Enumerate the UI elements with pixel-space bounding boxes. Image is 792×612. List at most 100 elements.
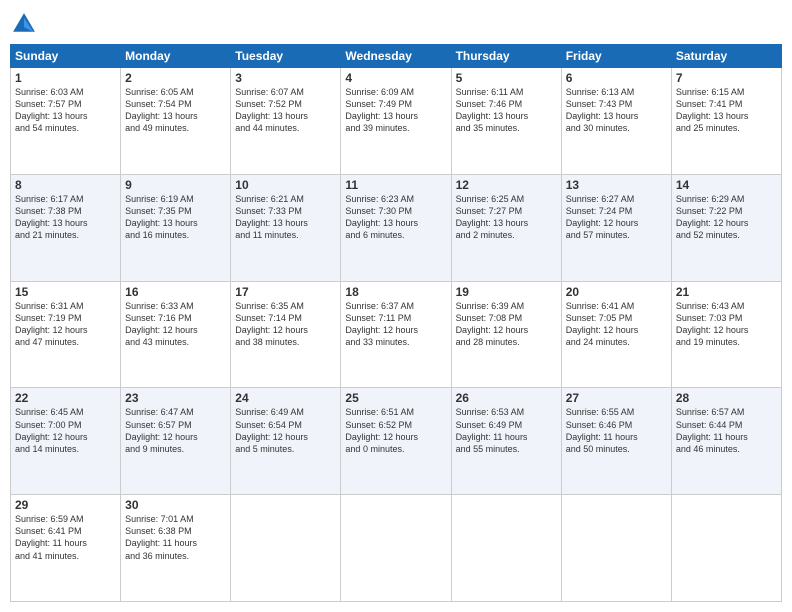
calendar-body: 1Sunrise: 6:03 AMSunset: 7:57 PMDaylight… (11, 68, 782, 602)
calendar: SundayMondayTuesdayWednesdayThursdayFrid… (10, 44, 782, 602)
day-cell: 15Sunrise: 6:31 AMSunset: 7:19 PMDayligh… (11, 281, 121, 388)
day-info: Sunrise: 6:41 AMSunset: 7:05 PMDaylight:… (566, 300, 667, 349)
day-number: 23 (125, 391, 226, 405)
day-cell: 8Sunrise: 6:17 AMSunset: 7:38 PMDaylight… (11, 174, 121, 281)
day-number: 5 (456, 71, 557, 85)
day-number: 12 (456, 178, 557, 192)
day-number: 1 (15, 71, 116, 85)
day-number: 13 (566, 178, 667, 192)
day-cell: 28Sunrise: 6:57 AMSunset: 6:44 PMDayligh… (671, 388, 781, 495)
day-number: 29 (15, 498, 116, 512)
day-cell: 17Sunrise: 6:35 AMSunset: 7:14 PMDayligh… (231, 281, 341, 388)
day-info: Sunrise: 6:33 AMSunset: 7:16 PMDaylight:… (125, 300, 226, 349)
day-cell: 6Sunrise: 6:13 AMSunset: 7:43 PMDaylight… (561, 68, 671, 175)
day-cell: 2Sunrise: 6:05 AMSunset: 7:54 PMDaylight… (121, 68, 231, 175)
day-info: Sunrise: 6:07 AMSunset: 7:52 PMDaylight:… (235, 86, 336, 135)
day-info: Sunrise: 6:39 AMSunset: 7:08 PMDaylight:… (456, 300, 557, 349)
day-number: 20 (566, 285, 667, 299)
day-cell: 13Sunrise: 6:27 AMSunset: 7:24 PMDayligh… (561, 174, 671, 281)
header (10, 10, 782, 38)
day-info: Sunrise: 6:57 AMSunset: 6:44 PMDaylight:… (676, 406, 777, 455)
day-info: Sunrise: 6:11 AMSunset: 7:46 PMDaylight:… (456, 86, 557, 135)
day-number: 3 (235, 71, 336, 85)
day-number: 19 (456, 285, 557, 299)
day-info: Sunrise: 6:29 AMSunset: 7:22 PMDaylight:… (676, 193, 777, 242)
day-cell: 10Sunrise: 6:21 AMSunset: 7:33 PMDayligh… (231, 174, 341, 281)
day-info: Sunrise: 6:35 AMSunset: 7:14 PMDaylight:… (235, 300, 336, 349)
header-row: SundayMondayTuesdayWednesdayThursdayFrid… (11, 45, 782, 68)
logo-icon (10, 10, 38, 38)
weekday-header-friday: Friday (561, 45, 671, 68)
day-cell (231, 495, 341, 602)
day-cell: 5Sunrise: 6:11 AMSunset: 7:46 PMDaylight… (451, 68, 561, 175)
day-number: 18 (345, 285, 446, 299)
day-info: Sunrise: 6:21 AMSunset: 7:33 PMDaylight:… (235, 193, 336, 242)
day-number: 15 (15, 285, 116, 299)
day-info: Sunrise: 6:13 AMSunset: 7:43 PMDaylight:… (566, 86, 667, 135)
day-cell: 18Sunrise: 6:37 AMSunset: 7:11 PMDayligh… (341, 281, 451, 388)
day-cell (671, 495, 781, 602)
day-number: 26 (456, 391, 557, 405)
day-info: Sunrise: 6:03 AMSunset: 7:57 PMDaylight:… (15, 86, 116, 135)
day-cell (561, 495, 671, 602)
day-number: 27 (566, 391, 667, 405)
week-row-4: 22Sunrise: 6:45 AMSunset: 7:00 PMDayligh… (11, 388, 782, 495)
day-info: Sunrise: 6:43 AMSunset: 7:03 PMDaylight:… (676, 300, 777, 349)
day-info: Sunrise: 6:55 AMSunset: 6:46 PMDaylight:… (566, 406, 667, 455)
day-number: 14 (676, 178, 777, 192)
logo (10, 10, 42, 38)
day-cell: 23Sunrise: 6:47 AMSunset: 6:57 PMDayligh… (121, 388, 231, 495)
day-info: Sunrise: 6:23 AMSunset: 7:30 PMDaylight:… (345, 193, 446, 242)
day-number: 28 (676, 391, 777, 405)
day-number: 4 (345, 71, 446, 85)
day-info: Sunrise: 6:47 AMSunset: 6:57 PMDaylight:… (125, 406, 226, 455)
day-cell: 22Sunrise: 6:45 AMSunset: 7:00 PMDayligh… (11, 388, 121, 495)
week-row-2: 8Sunrise: 6:17 AMSunset: 7:38 PMDaylight… (11, 174, 782, 281)
day-cell: 24Sunrise: 6:49 AMSunset: 6:54 PMDayligh… (231, 388, 341, 495)
day-cell: 1Sunrise: 6:03 AMSunset: 7:57 PMDaylight… (11, 68, 121, 175)
day-cell: 11Sunrise: 6:23 AMSunset: 7:30 PMDayligh… (341, 174, 451, 281)
day-number: 17 (235, 285, 336, 299)
weekday-header-wednesday: Wednesday (341, 45, 451, 68)
day-number: 9 (125, 178, 226, 192)
day-info: Sunrise: 6:31 AMSunset: 7:19 PMDaylight:… (15, 300, 116, 349)
weekday-header-monday: Monday (121, 45, 231, 68)
day-info: Sunrise: 6:51 AMSunset: 6:52 PMDaylight:… (345, 406, 446, 455)
day-number: 7 (676, 71, 777, 85)
day-number: 8 (15, 178, 116, 192)
weekday-header-sunday: Sunday (11, 45, 121, 68)
day-cell: 29Sunrise: 6:59 AMSunset: 6:41 PMDayligh… (11, 495, 121, 602)
day-number: 24 (235, 391, 336, 405)
day-info: Sunrise: 6:45 AMSunset: 7:00 PMDaylight:… (15, 406, 116, 455)
week-row-1: 1Sunrise: 6:03 AMSunset: 7:57 PMDaylight… (11, 68, 782, 175)
day-cell: 3Sunrise: 6:07 AMSunset: 7:52 PMDaylight… (231, 68, 341, 175)
day-info: Sunrise: 6:25 AMSunset: 7:27 PMDaylight:… (456, 193, 557, 242)
day-info: Sunrise: 6:53 AMSunset: 6:49 PMDaylight:… (456, 406, 557, 455)
day-cell: 12Sunrise: 6:25 AMSunset: 7:27 PMDayligh… (451, 174, 561, 281)
weekday-header-thursday: Thursday (451, 45, 561, 68)
day-cell: 21Sunrise: 6:43 AMSunset: 7:03 PMDayligh… (671, 281, 781, 388)
day-info: Sunrise: 6:09 AMSunset: 7:49 PMDaylight:… (345, 86, 446, 135)
day-cell: 26Sunrise: 6:53 AMSunset: 6:49 PMDayligh… (451, 388, 561, 495)
day-number: 21 (676, 285, 777, 299)
day-number: 11 (345, 178, 446, 192)
week-row-5: 29Sunrise: 6:59 AMSunset: 6:41 PMDayligh… (11, 495, 782, 602)
page: SundayMondayTuesdayWednesdayThursdayFrid… (0, 0, 792, 612)
day-info: Sunrise: 6:27 AMSunset: 7:24 PMDaylight:… (566, 193, 667, 242)
day-cell: 30Sunrise: 7:01 AMSunset: 6:38 PMDayligh… (121, 495, 231, 602)
day-cell: 9Sunrise: 6:19 AMSunset: 7:35 PMDaylight… (121, 174, 231, 281)
day-number: 16 (125, 285, 226, 299)
day-number: 2 (125, 71, 226, 85)
day-info: Sunrise: 6:19 AMSunset: 7:35 PMDaylight:… (125, 193, 226, 242)
day-info: Sunrise: 6:05 AMSunset: 7:54 PMDaylight:… (125, 86, 226, 135)
day-info: Sunrise: 6:59 AMSunset: 6:41 PMDaylight:… (15, 513, 116, 562)
day-cell: 25Sunrise: 6:51 AMSunset: 6:52 PMDayligh… (341, 388, 451, 495)
day-number: 25 (345, 391, 446, 405)
day-cell: 19Sunrise: 6:39 AMSunset: 7:08 PMDayligh… (451, 281, 561, 388)
day-number: 10 (235, 178, 336, 192)
weekday-header-saturday: Saturday (671, 45, 781, 68)
day-info: Sunrise: 6:49 AMSunset: 6:54 PMDaylight:… (235, 406, 336, 455)
day-number: 22 (15, 391, 116, 405)
day-info: Sunrise: 7:01 AMSunset: 6:38 PMDaylight:… (125, 513, 226, 562)
day-number: 30 (125, 498, 226, 512)
